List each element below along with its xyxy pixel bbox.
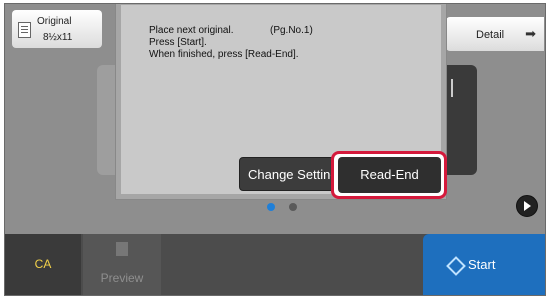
ca-button[interactable]: CA [5, 234, 81, 295]
arrow-right-icon: ➡ [525, 26, 536, 41]
diamond-start-icon [446, 256, 466, 276]
original-size: 8½x11 [43, 32, 73, 43]
play-icon [524, 201, 531, 211]
background-panel-left [97, 65, 115, 175]
bottom-bar: CA Preview Start [5, 234, 545, 295]
page-dot-active[interactable] [267, 203, 275, 211]
message-line-3: When finished, press [Read-End]. [149, 49, 299, 60]
dialog-message: Place next original. (Pg.No.1) Press [St… [149, 25, 313, 61]
detail-label: Detail [476, 29, 505, 41]
next-original-dialog: Place next original. (Pg.No.1) Press [St… [115, 4, 447, 200]
page-dot[interactable] [289, 203, 297, 211]
document-icon [18, 22, 31, 38]
page-number: (Pg.No.1) [270, 25, 313, 36]
read-end-button[interactable]: Read-End [338, 157, 441, 193]
copier-screen: Original 8½x11 Detail ➡ Place next origi… [4, 3, 546, 296]
next-page-button[interactable] [516, 195, 538, 217]
original-label: Original [37, 16, 72, 27]
original-indicator[interactable]: Original 8½x11 [12, 10, 102, 48]
background-panel-right [447, 65, 477, 175]
preview-icon [116, 242, 128, 256]
detail-button[interactable]: Detail ➡ [446, 17, 544, 51]
start-button[interactable]: Start [423, 234, 545, 295]
preview-label: Preview [100, 271, 144, 285]
start-label: Start [468, 257, 496, 272]
message-line-2: Press [Start]. [149, 37, 207, 48]
dialog-body: Place next original. (Pg.No.1) Press [St… [121, 5, 447, 199]
preview-button[interactable]: Preview [83, 234, 161, 295]
